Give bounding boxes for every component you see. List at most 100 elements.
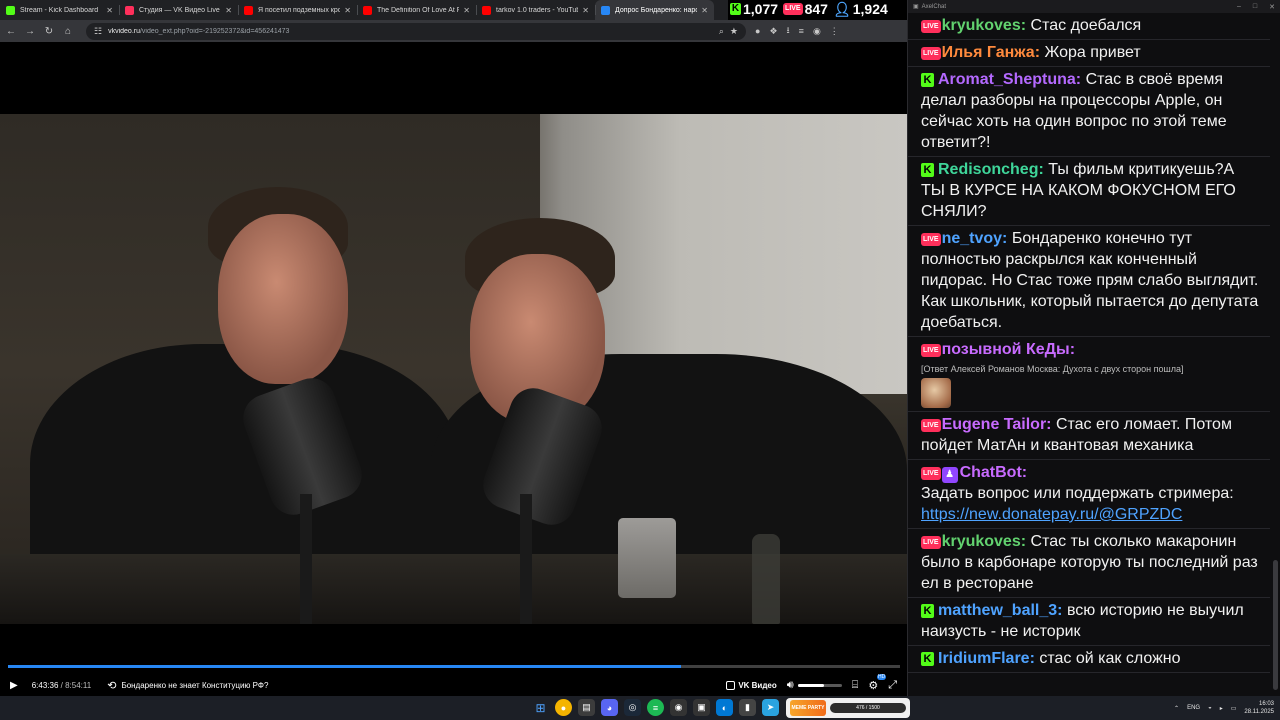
menu-icon[interactable]: ⋮	[830, 26, 839, 37]
wifi-icon[interactable]: ◒	[1208, 705, 1212, 711]
browser-tab[interactable]: Студия — VK Видео Live ✕	[119, 0, 238, 20]
playlist-icon: ⟲	[107, 679, 117, 692]
audio-interface	[618, 518, 676, 598]
system-tray: ⌃ ENG ◒ ▸ ▭ 16:03 28.11.2025	[1174, 696, 1274, 720]
maximize-icon[interactable]: □	[1253, 3, 1257, 11]
play-icon[interactable]: ▶	[10, 680, 18, 691]
vk-live-badge-icon: LIVE	[921, 233, 941, 246]
download-icon[interactable]: ⭳	[787, 23, 790, 39]
tab-search-icon[interactable]: ≡	[799, 26, 804, 36]
back-icon[interactable]: ←	[6, 26, 16, 37]
chat-message: LIVE Илья Ганжа: Жора привет	[908, 40, 1270, 67]
browser-tab[interactable]: The Definition Of Love At First✕	[357, 0, 476, 20]
home-icon[interactable]: ⌂	[63, 26, 73, 37]
chat-username[interactable]: Илья Ганжа	[942, 44, 1035, 61]
subtitles-icon[interactable]: ⌸	[852, 679, 859, 692]
video-title[interactable]: ⟲ Бондаренко не знает Конституцию РФ?	[107, 679, 268, 692]
volume-icon[interactable]: 🔊︎	[787, 679, 794, 692]
vk-video-label: VK Видео	[738, 680, 777, 690]
browser-toolbar: ← → ↻ ⌂ ☷ vkvideo.ru/video_ext.php?oid=-…	[0, 20, 907, 42]
browser-tab[interactable]: Stream - Kick Dashboard ✕	[0, 0, 119, 20]
volume-slider[interactable]	[797, 683, 842, 687]
mic-stand-left	[300, 494, 312, 624]
browser-tab[interactable]: tarkov 1.0 traders - YouTube ✕	[476, 0, 595, 20]
file-explorer-icon[interactable]: ▤	[578, 699, 595, 716]
vk-viewers: LIVE 847	[783, 1, 828, 17]
profile-icon[interactable]: ◉	[813, 26, 821, 37]
vk-live-badge-icon: LIVE	[921, 20, 941, 33]
meme-party-progress: 476 / 1500	[830, 703, 906, 713]
chat-reply-quote: [Ответ Алексей Романов Москва: Духота с …	[921, 364, 1184, 374]
minimize-icon[interactable]: –	[1237, 3, 1241, 11]
chat-username[interactable]: Eugene Tailor	[942, 416, 1047, 433]
tab-close-icon[interactable]: ✕	[106, 6, 113, 15]
browser-tab[interactable]: Допрос Бондаренко: народные✕	[595, 0, 714, 20]
chat-message: LIVE kryukoves: Стас доебался	[908, 13, 1270, 40]
chat-username[interactable]: ne_tvoy	[942, 230, 1002, 247]
forward-icon[interactable]: →	[25, 26, 35, 37]
kick-badge-icon: K	[921, 652, 934, 666]
vk-live-icon: LIVE	[783, 3, 803, 15]
chat-username[interactable]: IridiumFlare	[938, 650, 1030, 667]
vk-video-logo[interactable]: VK Видео	[726, 680, 777, 690]
address-bar[interactable]: ☷ vkvideo.ru/video_ext.php?oid=-21925237…	[86, 22, 746, 40]
video-player[interactable]: ▶ 6:43:36 / 8:54:11 ⟲ Бондаренко не знае…	[0, 42, 907, 696]
telegram-icon[interactable]: ➤	[762, 699, 779, 716]
volume-control[interactable]: 🔊︎	[787, 679, 842, 692]
chat-message: K Redisoncheg: Ты фильм критикуешь?А ТЫ В…	[908, 157, 1270, 226]
chat-scrollbar[interactable]	[1273, 560, 1278, 690]
tab-close-icon[interactable]: ✕	[701, 6, 708, 15]
tab-close-icon[interactable]: ✕	[344, 6, 351, 15]
chat-username[interactable]: Aromat_Sheptuna	[938, 71, 1076, 88]
language-indicator[interactable]: ENG	[1187, 705, 1200, 711]
tab-favicon-icon	[363, 5, 372, 15]
terminal-icon[interactable]: ▮	[739, 699, 756, 716]
steam-icon[interactable]: ◎	[624, 699, 641, 716]
chrome-icon[interactable]: ●	[555, 699, 572, 716]
chat-message: K IridiumFlare: стас ой как сложно	[908, 646, 1270, 673]
vk-logo-icon	[726, 680, 736, 690]
seek-bar[interactable]	[8, 665, 900, 668]
tab-close-icon[interactable]: ✕	[225, 6, 232, 15]
duration: 8:54:11	[65, 680, 92, 690]
url-text[interactable]: vkvideo.ru/video_ext.php?oid=-219252372&…	[108, 28, 713, 35]
video-frame[interactable]	[0, 114, 907, 624]
battery-icon[interactable]: ▭	[1231, 705, 1237, 712]
zoom-icon[interactable]: ⌕	[719, 26, 724, 37]
tab-close-icon[interactable]: ✕	[463, 6, 470, 15]
puzzle-icon[interactable]: ❖	[769, 26, 777, 37]
edge-icon[interactable]: ◐	[716, 699, 733, 716]
kick-badge-icon: K	[921, 163, 934, 177]
reload-icon[interactable]: ↻	[44, 26, 54, 37]
kick-badge-icon: K	[921, 604, 934, 618]
chat-username[interactable]: kryukoves	[942, 17, 1021, 34]
clock[interactable]: 16:03 28.11.2025	[1244, 700, 1274, 716]
bot-badge-icon: ♟	[941, 467, 958, 483]
meme-party-widget[interactable]: MEME PARTY 476 / 1500	[786, 698, 910, 718]
app-icon[interactable]: ▣	[693, 699, 710, 716]
speaker-icon[interactable]: ▸	[1220, 705, 1223, 712]
taskbar-apps: ⊞ ● ▤ ◕ ◎ ≡ ◉ ▣ ◐ ▮ ➤	[532, 699, 779, 716]
chat-username[interactable]: matthew_ball_3	[938, 602, 1057, 619]
close-icon[interactable]: ✕	[1269, 3, 1275, 11]
tab-close-icon[interactable]: ✕	[582, 6, 589, 15]
windows-start-icon[interactable]: ⊞	[532, 699, 549, 716]
tab-favicon-icon	[125, 5, 134, 15]
site-info-icon[interactable]: ☷	[94, 26, 102, 37]
discord-icon[interactable]: ◕	[601, 699, 618, 716]
browser-tab-strip: Stream - Kick Dashboard ✕ Студия — VK Виде…	[0, 0, 728, 20]
bookmark-star-icon[interactable]: ★	[730, 26, 738, 37]
chat-messages[interactable]: LIVE kryukoves: Стас доебался LIVE Илья Ган…	[908, 13, 1270, 696]
extension-icon[interactable]: ●	[755, 26, 760, 36]
chat-username[interactable]: позывной КеДы	[942, 341, 1070, 358]
donate-link[interactable]: https://new.donatepay.ru/@GRPZDC	[921, 506, 1182, 523]
tray-chevron-icon[interactable]: ⌃	[1174, 705, 1179, 712]
browser-tab[interactable]: Я посетил подземных кротов✕	[238, 0, 357, 20]
spotify-icon[interactable]: ≡	[647, 699, 664, 716]
chat-username[interactable]: ChatBot	[960, 464, 1022, 481]
chat-username[interactable]: kryukoves	[942, 533, 1021, 550]
settings-gear-icon[interactable]: ⚙ HD	[868, 673, 887, 692]
fullscreen-icon[interactable]: ⤢	[888, 679, 897, 692]
obs-icon[interactable]: ◉	[670, 699, 687, 716]
chat-username[interactable]: Redisoncheg	[938, 161, 1038, 178]
